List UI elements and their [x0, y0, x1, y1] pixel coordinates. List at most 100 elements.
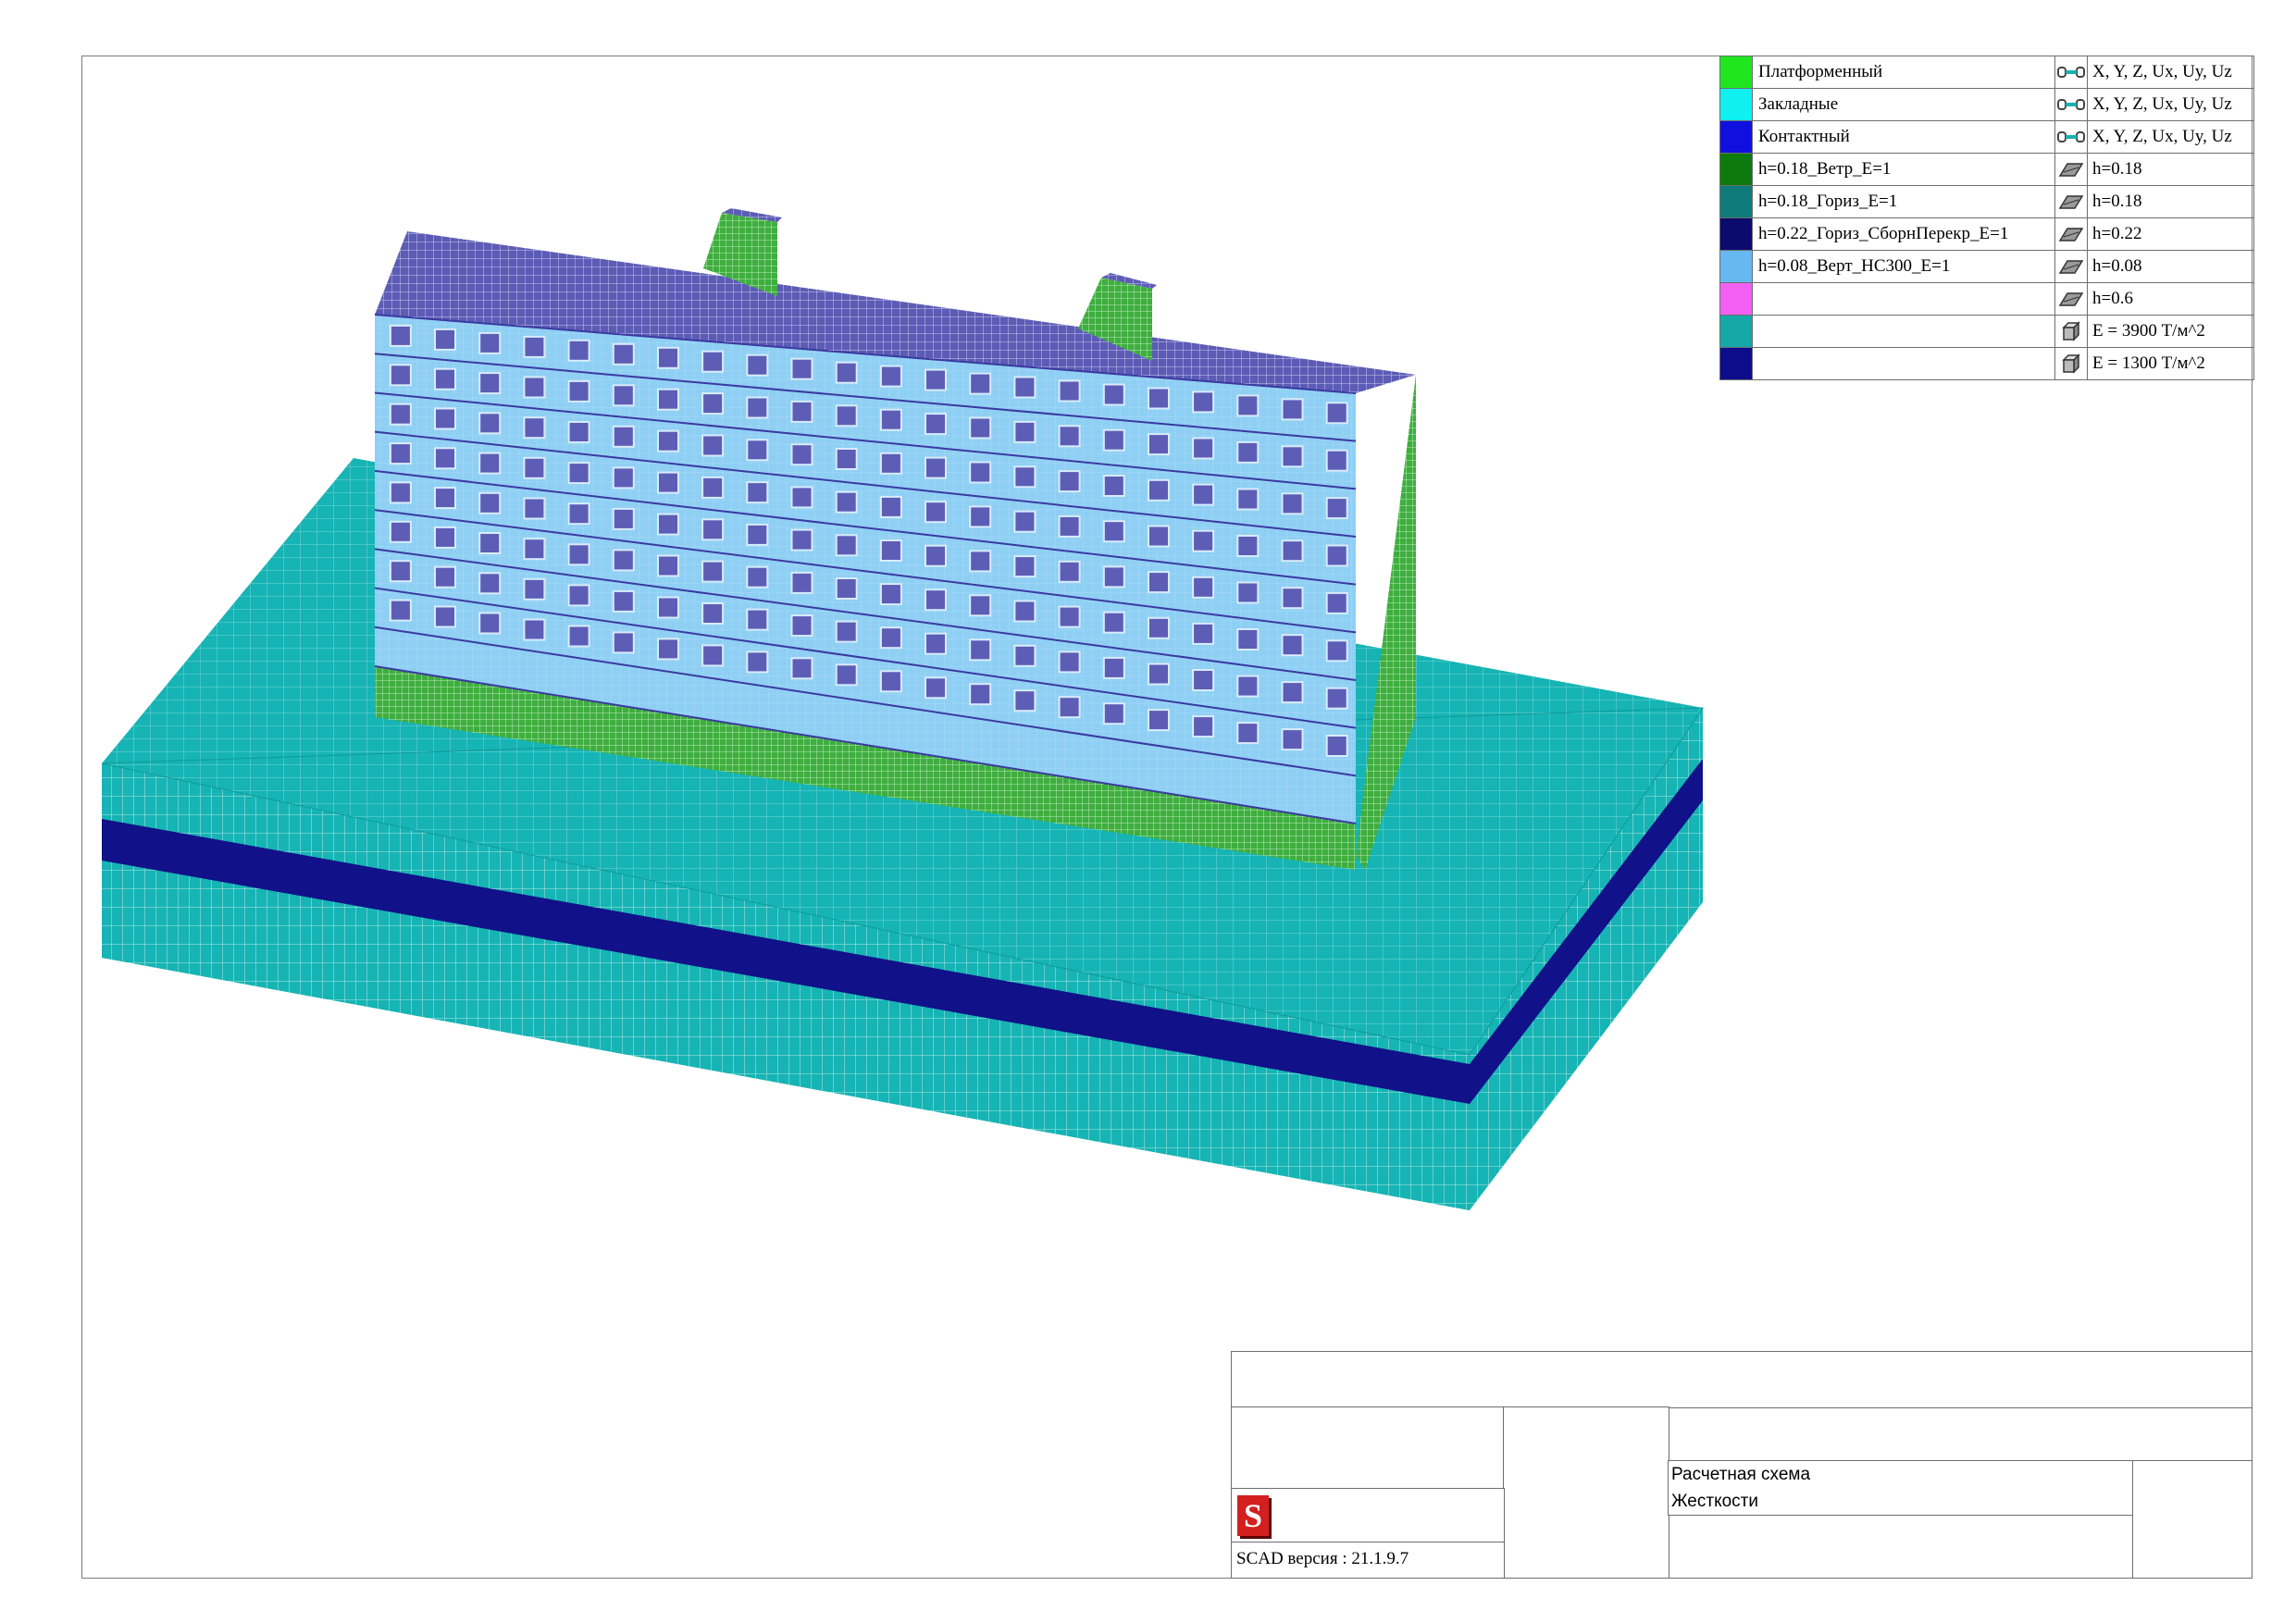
window-opening [567, 339, 590, 362]
window-opening [835, 361, 858, 384]
window-opening [478, 532, 502, 554]
window-opening [478, 412, 502, 435]
window-opening [701, 392, 725, 415]
window-opening [925, 456, 947, 479]
window-opening [1236, 440, 1260, 464]
window-opening [1148, 433, 1170, 456]
window-opening [1236, 628, 1260, 650]
window-opening [567, 379, 590, 403]
window-opening [523, 497, 546, 520]
window-opening [434, 447, 456, 470]
window-opening [1102, 656, 1125, 679]
legend-swatch [1719, 153, 1753, 186]
window-opening [567, 543, 590, 566]
window-opening [567, 584, 590, 607]
window-opening [1013, 376, 1036, 399]
window-opening [746, 481, 769, 504]
legend-swatch [1719, 88, 1753, 121]
legend-row: h=0.6 [1719, 282, 2254, 316]
window-opening [1058, 470, 1081, 493]
solid-icon [2054, 347, 2088, 380]
window-opening [969, 638, 992, 662]
window-opening [1281, 587, 1304, 610]
window-opening [657, 429, 679, 452]
window-opening [879, 539, 902, 562]
window-opening [434, 367, 456, 390]
window-opening [1192, 576, 1215, 599]
scad-version: SCAD версия : 21.1.9.7 [1236, 1549, 1409, 1568]
window-opening [969, 461, 992, 484]
scad-logo-letter: S [1243, 1497, 1263, 1534]
window-opening [1013, 689, 1036, 712]
window-opening [612, 549, 635, 572]
window-opening [1281, 398, 1304, 421]
window-opening [1236, 488, 1260, 511]
window-opening [1058, 605, 1081, 628]
window-opening [1192, 437, 1215, 460]
plate-icon [2054, 185, 2088, 218]
window-opening [790, 571, 813, 594]
window-opening [701, 350, 725, 373]
window-opening [925, 632, 947, 655]
window-opening [389, 560, 412, 583]
legend-type-name [1752, 315, 2055, 348]
window-opening [969, 550, 992, 573]
window-opening [389, 364, 412, 387]
window-opening [969, 594, 992, 617]
legend-swatch [1719, 185, 1753, 218]
window-opening [389, 520, 412, 543]
window-opening [1192, 622, 1215, 645]
window-opening [612, 631, 635, 654]
window-opening [1148, 387, 1170, 410]
legend-type-name: h=0.08_Верт_НС300_E=1 [1752, 250, 2055, 283]
window-opening [1325, 497, 1348, 520]
window-opening [1013, 510, 1036, 533]
window-opening [1325, 735, 1348, 757]
window-opening [1192, 529, 1215, 552]
window-opening [1281, 539, 1304, 563]
window-opening [969, 372, 992, 395]
window-opening [478, 452, 502, 475]
window-opening [1058, 514, 1081, 538]
window-opening [790, 486, 813, 509]
window-opening [701, 560, 725, 583]
legend-type-name: h=0.18_Гориз_E=1 [1752, 185, 2055, 218]
legend-swatch [1719, 282, 1753, 316]
window-opening [1102, 383, 1125, 406]
window-opening [434, 487, 456, 510]
window-opening [879, 583, 902, 606]
window-opening [389, 481, 412, 504]
legend-row: E = 1300 Т/м^2 [1719, 347, 2254, 380]
window-opening [1102, 475, 1125, 497]
legend-type-name: Закладные [1752, 88, 2055, 121]
window-opening [1013, 420, 1036, 443]
link-icon [2054, 120, 2088, 154]
legend-parameter: X, Y, Z, Ux, Uy, Uz [2087, 56, 2254, 89]
window-opening [478, 612, 502, 635]
window-opening [434, 605, 456, 628]
window-opening [1058, 650, 1081, 674]
window-opening [1281, 634, 1304, 657]
window-opening [523, 618, 546, 641]
plate-icon [2054, 217, 2088, 251]
window-opening [478, 331, 502, 354]
window-opening [1148, 709, 1170, 732]
window-opening [790, 443, 813, 466]
window-opening [746, 650, 769, 674]
window-opening [1325, 402, 1348, 425]
window-opening [1281, 728, 1304, 751]
window-opening [835, 448, 858, 470]
window-opening [1325, 544, 1348, 567]
window-opening [1236, 722, 1260, 745]
window-opening [1281, 492, 1304, 515]
window-opening [1192, 483, 1215, 506]
window-opening [790, 657, 813, 680]
window-opening [1058, 560, 1081, 583]
window-opening [1013, 644, 1036, 667]
window-opening [835, 534, 858, 557]
window-opening [879, 408, 902, 431]
window-opening [1058, 696, 1081, 719]
window-opening [657, 346, 679, 369]
legend-swatch [1719, 315, 1753, 348]
legend-type-name: Платформенный [1752, 56, 2055, 89]
